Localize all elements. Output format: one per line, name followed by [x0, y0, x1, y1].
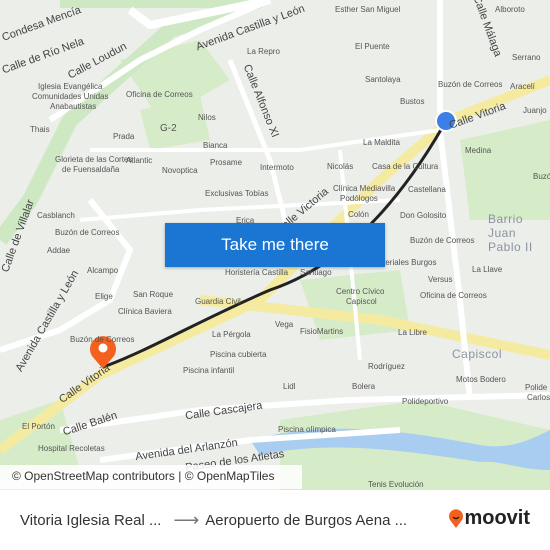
place-label: Casa de la Cultura — [372, 162, 439, 171]
place-label: Nicolás — [327, 162, 354, 171]
place-label: Bianca — [203, 141, 228, 150]
place-label: San Roque — [133, 290, 174, 299]
place-label: Versus — [428, 275, 453, 284]
place-label: Castellana — [408, 185, 446, 194]
place-label: Hospital Recoletas — [38, 444, 105, 453]
place-label: Don Golosito — [400, 211, 447, 220]
place-label: La Libre — [398, 328, 427, 337]
place-label: Polideportivo — [402, 397, 449, 406]
place-label: Oficina de Correos — [126, 90, 193, 99]
place-label: Guardia Civil — [195, 297, 241, 306]
place-label: Prada — [113, 132, 135, 141]
place-label: Buzón de Correos — [55, 228, 120, 237]
place-label: Santolaya — [365, 75, 401, 84]
brand-name: moovit — [464, 507, 530, 529]
place-label: Piscina cubierta — [210, 350, 267, 359]
take-me-there-button[interactable]: Take me there — [165, 223, 385, 267]
place-label: La Repro — [247, 47, 280, 56]
place-label: Capiscol — [346, 297, 377, 306]
place-label: Comunidades Unidas — [32, 92, 109, 101]
arrow-right-icon: ⟶ — [173, 509, 200, 530]
place-label: El Portón — [22, 422, 55, 431]
place-label: Alboroto — [495, 5, 525, 14]
place-label: Esther San Miguel — [335, 5, 401, 14]
place-label: Vega — [275, 320, 294, 329]
area-label: Barrio Juan Pablo II — [488, 212, 533, 254]
place-label: Addae — [47, 246, 71, 255]
map[interactable]: Avenida Castilla y León Calle Loudun Cal… — [0, 0, 550, 490]
place-label: Alcampo — [87, 266, 119, 275]
place-label: Lidl — [283, 382, 296, 391]
place-label: Bolera — [352, 382, 376, 391]
place-label: Nilos — [198, 113, 216, 122]
place-label: Tenis Evolución — [368, 480, 424, 489]
place-label: Glorieta de las Cortes — [55, 155, 133, 164]
place-label: Carlos — [527, 393, 550, 402]
area-label: Capiscol — [452, 347, 503, 361]
place-label: G-2 — [160, 123, 177, 134]
place-label: Elige — [95, 292, 113, 301]
place-label: Buzón de Correos — [410, 236, 475, 245]
place-label: Centro Cívico — [336, 287, 385, 296]
place-label: Podólogos — [340, 194, 378, 203]
place-label: Rodríguez — [368, 362, 405, 371]
place-label: Piscina olímpica — [278, 425, 336, 434]
place-label: Bustos — [400, 97, 425, 106]
place-label: Prosame — [210, 158, 243, 167]
place-label: Piscina infantil — [183, 366, 235, 375]
place-label: Motos Bodero — [456, 375, 506, 384]
place-label: Aracelí — [510, 82, 535, 91]
moovit-logo[interactable]: moovit — [448, 507, 530, 530]
place-label: Exclusivas Tobías — [205, 189, 269, 198]
origin-name: Vitoria Iglesia Real ... — [20, 511, 162, 529]
destination-name: Aeropuerto de Burgos Aena ... — [205, 511, 408, 529]
place-label: Thais — [30, 125, 50, 134]
place-label: Buzón de Correos — [438, 80, 503, 89]
place-label: Medina — [465, 146, 492, 155]
moovit-pin-icon — [449, 508, 464, 528]
place-label: Oficina de Correos — [420, 291, 487, 300]
place-label: Buzón de Correos — [70, 335, 135, 344]
place-label: Serrano — [512, 53, 541, 62]
place-label: El Puente — [355, 42, 390, 51]
place-label: Clínica Baviera — [118, 307, 172, 316]
place-label: Novoptica — [162, 166, 198, 175]
place-label: Polide — [525, 383, 548, 392]
place-label: Iglesia Evangélica — [38, 82, 103, 91]
place-label: Anabautistas — [50, 102, 97, 111]
place-label: La Llave — [472, 265, 503, 274]
place-label: Intermoto — [260, 163, 294, 172]
place-label: Casblanch — [37, 211, 75, 220]
place-label: Santiago — [300, 268, 332, 277]
place-label: Buzón — [533, 172, 550, 181]
place-label: Juanjo — [523, 106, 547, 115]
place-label: Clínica Mediavilla — [333, 184, 396, 193]
place-label: La Maldita — [363, 138, 400, 147]
place-label: Horistería Castilla — [225, 268, 289, 277]
place-label: FisioMartins — [300, 327, 344, 336]
place-label: La Pérgola — [212, 330, 251, 339]
place-label: de Fuensaldaña — [62, 165, 120, 174]
map-attribution[interactable]: © OpenStreetMap contributors | © OpenMap… — [0, 465, 302, 489]
place-label: Colón — [348, 210, 369, 219]
